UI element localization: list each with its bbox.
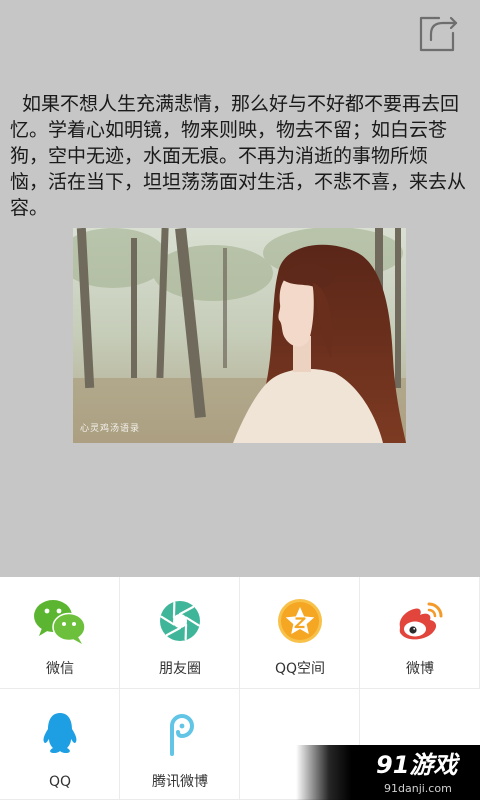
share-item-wechat[interactable]: 微信 <box>0 577 120 689</box>
article-line: 狗，空中无迹，水面无痕。不再为消逝的事物所烦 <box>10 145 429 167</box>
article-text: 如果不想人生充满悲情，那么好与不好都不要再去回 忆。学着心如明镜，物来则映，物去… <box>10 91 470 221</box>
article-line: 恼，活在当下，坦坦荡荡面对生活，不悲不喜，来去从 <box>10 171 467 193</box>
share-button[interactable] <box>417 11 461 53</box>
moments-aperture-icon <box>160 601 200 641</box>
site-url: 91danji.com <box>384 782 452 795</box>
qq-penguin-icon <box>43 713 77 753</box>
share-item-weibo[interactable]: 微博 <box>360 577 480 689</box>
qzone-star-icon <box>278 599 322 643</box>
share-item-label: 朋友圈 <box>159 661 201 677</box>
share-item-qzone[interactable]: QQ空间 <box>240 577 360 689</box>
article-line: 忆。学着心如明镜，物来则映，物去不留；如白云苍 <box>10 119 448 141</box>
tencent-weibo-icon <box>170 714 194 756</box>
share-item-label: 微信 <box>46 661 74 677</box>
share-item-qq[interactable]: QQ <box>0 689 120 800</box>
share-item-label: 微博 <box>406 661 434 677</box>
site-watermark: 91游戏 91danji.com <box>296 745 480 800</box>
weibo-icon <box>399 602 443 640</box>
share-icon <box>419 16 458 52</box>
share-item-label: QQ空间 <box>274 661 326 677</box>
share-item-moments[interactable]: 朋友圈 <box>120 577 240 689</box>
share-item-label: QQ <box>48 774 72 790</box>
photo-watermark: 心灵鸡汤语录 <box>80 424 141 434</box>
girl-in-forest-photo <box>73 228 406 443</box>
article-line: 容。 <box>10 197 49 219</box>
share-item-tencent-weibo[interactable]: 腾讯微博 <box>120 689 240 800</box>
site-logo: 91游戏 <box>376 751 458 779</box>
article-photo: 心灵鸡汤语录 <box>73 228 406 443</box>
wechat-icon <box>34 600 86 644</box>
article-line: 如果不想人生充满悲情，那么好与不好都不要再去回 <box>22 93 460 115</box>
share-item-label: 腾讯微博 <box>152 774 208 790</box>
